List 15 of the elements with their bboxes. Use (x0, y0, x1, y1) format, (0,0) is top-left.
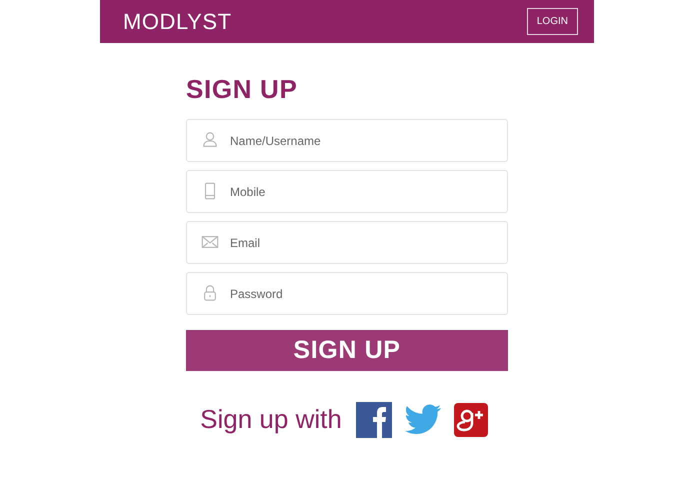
sign-up-with-label: Sign up with (200, 403, 342, 436)
login-button[interactable]: LOGIN (526, 8, 578, 35)
sign-up-button[interactable]: SIGN UP (186, 330, 508, 371)
input-field[interactable]: Mobile (186, 170, 508, 213)
input-field[interactable]: Name/Username (186, 119, 508, 162)
brand-name: MODLYST (123, 8, 232, 36)
padlock-icon (201, 284, 219, 302)
facebook-icon[interactable] (356, 402, 392, 438)
envelope-icon (201, 233, 219, 251)
bird-icon[interactable] (404, 404, 442, 436)
google-plus-icon[interactable] (454, 402, 488, 436)
input-field[interactable]: Email (186, 221, 508, 264)
input-field[interactable]: Password (186, 272, 508, 315)
person-icon (201, 131, 219, 149)
page-heading: SIGN UP (186, 73, 298, 106)
